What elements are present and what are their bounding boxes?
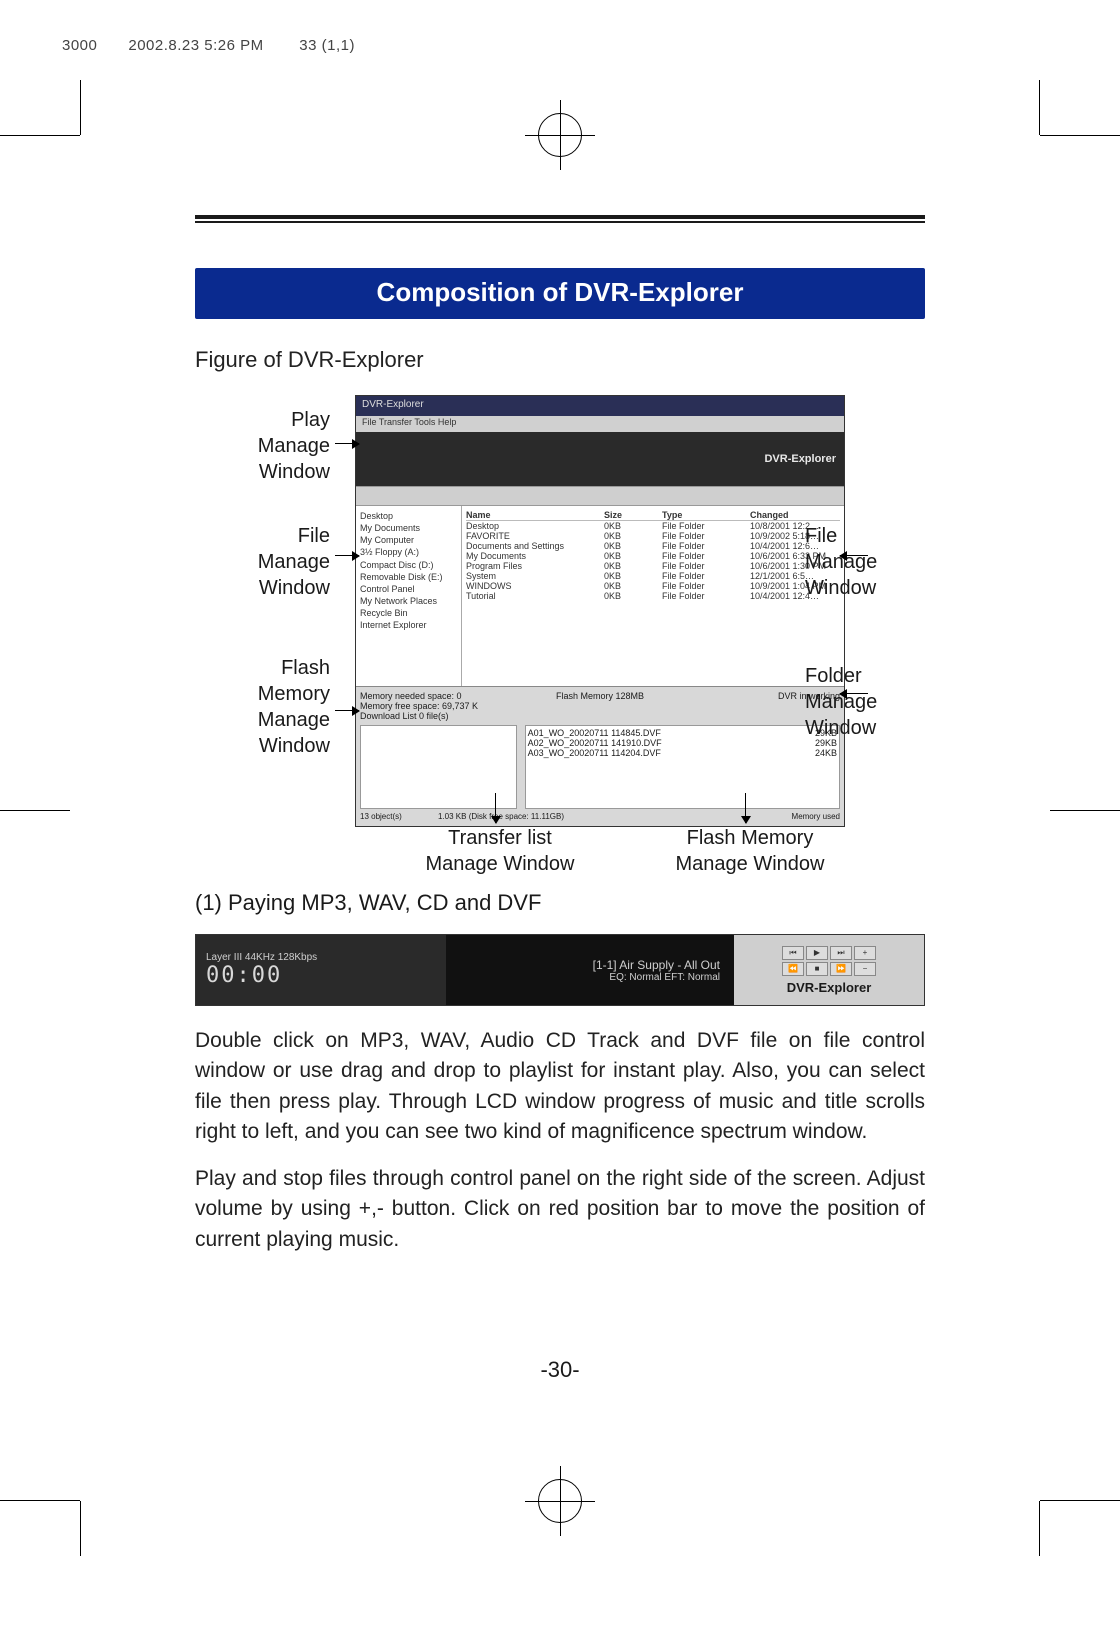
registration-marks-bottom <box>0 1446 1120 1556</box>
prev-button[interactable]: ⏮ <box>782 946 804 960</box>
cell: File Folder <box>662 541 732 551</box>
tree-item: My Network Places <box>360 595 457 607</box>
side-tick-left <box>0 810 70 811</box>
cell: File Folder <box>662 551 732 561</box>
tree-item: Recycle Bin <box>360 607 457 619</box>
arrow-icon <box>840 693 868 694</box>
lower-panel: Memory needed space: 0Memory free space:… <box>356 686 844 826</box>
col-name: Name <box>466 510 586 520</box>
flash-mem-header: Flash Memory 128MB <box>523 691 678 711</box>
app-player-area: DVR-Explorer <box>356 432 844 486</box>
status-objects: 13 object(s) <box>360 812 430 821</box>
figure-caption: Figure of DVR-Explorer <box>195 347 925 373</box>
print-header: 3000 2002.8.23 5:26 PM 33 (1,1) <box>62 34 355 55</box>
status-diskfree: 1.03 KB (Disk free space: 11.11GB) <box>438 812 784 821</box>
player-strip-screenshot: Layer III 44KHz 128Kbps 00:00 [1-1] Air … <box>195 934 925 1006</box>
arrow-icon <box>335 710 359 711</box>
callout-flash-b: Flash MemoryManage Window <box>640 825 860 877</box>
arrow-icon <box>840 555 868 556</box>
strip-brand: DVR-Explorer <box>787 980 872 995</box>
memory-needed: Memory needed space: 0Memory free space:… <box>360 691 515 711</box>
col-size: Size <box>604 510 644 520</box>
arrow-icon <box>495 793 496 823</box>
registration-marks-top <box>0 80 1120 190</box>
lcd-top: Layer III 44KHz 128Kbps <box>206 952 436 963</box>
col-changed: Changed <box>750 510 840 520</box>
cell: A02_WO_20020711 141910.DVF <box>528 738 662 748</box>
callout-flash: FlashMemoryManageWindow <box>175 655 330 759</box>
rew-button[interactable]: ⏪ <box>782 962 804 976</box>
cell: File Folder <box>662 531 732 541</box>
tree-item: My Documents <box>360 522 457 534</box>
cell: Desktop <box>466 521 586 531</box>
cell: System <box>466 571 586 581</box>
paragraph-2: Play and stop files through control pane… <box>195 1164 925 1255</box>
tree-item: Control Panel <box>360 583 457 595</box>
arrow-icon <box>745 793 746 823</box>
cell: 24KB <box>815 748 837 758</box>
cell: File Folder <box>662 581 732 591</box>
tree-item: Internet Explorer <box>360 619 457 631</box>
app-menubar: File Transfer Tools Help <box>356 416 844 432</box>
voldn-button[interactable]: − <box>854 962 876 976</box>
col-type: Type <box>662 510 732 520</box>
tree-item: Removable Disk (E:) <box>360 571 457 583</box>
section-title: Composition of DVR-Explorer <box>195 268 925 319</box>
app-titlebar: DVR-Explorer <box>356 396 844 416</box>
cell: Tutorial <box>466 591 586 601</box>
ff-button[interactable]: ⏩ <box>830 962 852 976</box>
volup-button[interactable]: + <box>854 946 876 960</box>
cell: WINDOWS <box>466 581 586 591</box>
rule-top <box>195 215 925 223</box>
cell: File Folder <box>662 571 732 581</box>
paragraph-1: Double click on MP3, WAV, Audio CD Track… <box>195 1026 925 1148</box>
callout-file-r: FileManageWindow <box>805 523 955 601</box>
subsection-title: (1) Paying MP3, WAV, CD and DVF <box>195 890 925 916</box>
arrow-icon <box>335 555 359 556</box>
cell: File Folder <box>662 591 732 601</box>
stop-button[interactable]: ■ <box>806 962 828 976</box>
arrow-icon <box>335 443 359 444</box>
download-list-label: Download List 0 file(s) <box>360 711 840 721</box>
diagram: DVR-Explorer File Transfer Tools Help DV… <box>175 395 945 865</box>
tree-item: My Computer <box>360 534 457 546</box>
eq-eft: EQ: Normal EFT: Normal <box>609 972 720 983</box>
file-list: Name Size Type Changed Desktop0KBFile Fo… <box>462 506 844 686</box>
cell: Documents and Settings <box>466 541 586 551</box>
player-brand: DVR-Explorer <box>764 453 836 465</box>
app-toolbar <box>356 486 844 506</box>
cell: My Documents <box>466 551 586 561</box>
cell: File Folder <box>662 561 732 571</box>
cell: Program Files <box>466 561 586 571</box>
callout-folder: FolderManageWindow <box>805 663 955 741</box>
tree-item: Desktop <box>360 510 457 522</box>
page-number: -30- <box>90 1357 1030 1383</box>
now-playing: [1-1] Air Supply - All Out <box>593 958 720 972</box>
side-tick-right <box>1050 810 1120 811</box>
tree-item: Compact Disc (D:) <box>360 559 457 571</box>
folder-tree: Desktop My Documents My Computer 3½ Flop… <box>356 506 462 686</box>
play-button[interactable]: ▶ <box>806 946 828 960</box>
cell: A03_WO_20020711 114204.DVF <box>528 748 661 758</box>
app-screenshot: DVR-Explorer File Transfer Tools Help DV… <box>355 395 845 827</box>
tree-item: 3½ Floppy (A:) <box>360 546 457 558</box>
cell: A01_WO_20020711 114845.DVF <box>528 728 661 738</box>
next-button[interactable]: ⏭ <box>830 946 852 960</box>
lcd-time: 00:00 <box>206 963 436 988</box>
callout-play: PlayManageWindow <box>175 407 330 485</box>
page-content: Composition of DVR-Explorer Figure of DV… <box>90 215 1030 1365</box>
cell: FAVORITE <box>466 531 586 541</box>
status-memused: Memory used <box>792 812 840 821</box>
callout-transfer: Transfer listManage Window <box>400 825 600 877</box>
cell: File Folder <box>662 521 732 531</box>
callout-file-l: FileManageWindow <box>175 523 330 601</box>
